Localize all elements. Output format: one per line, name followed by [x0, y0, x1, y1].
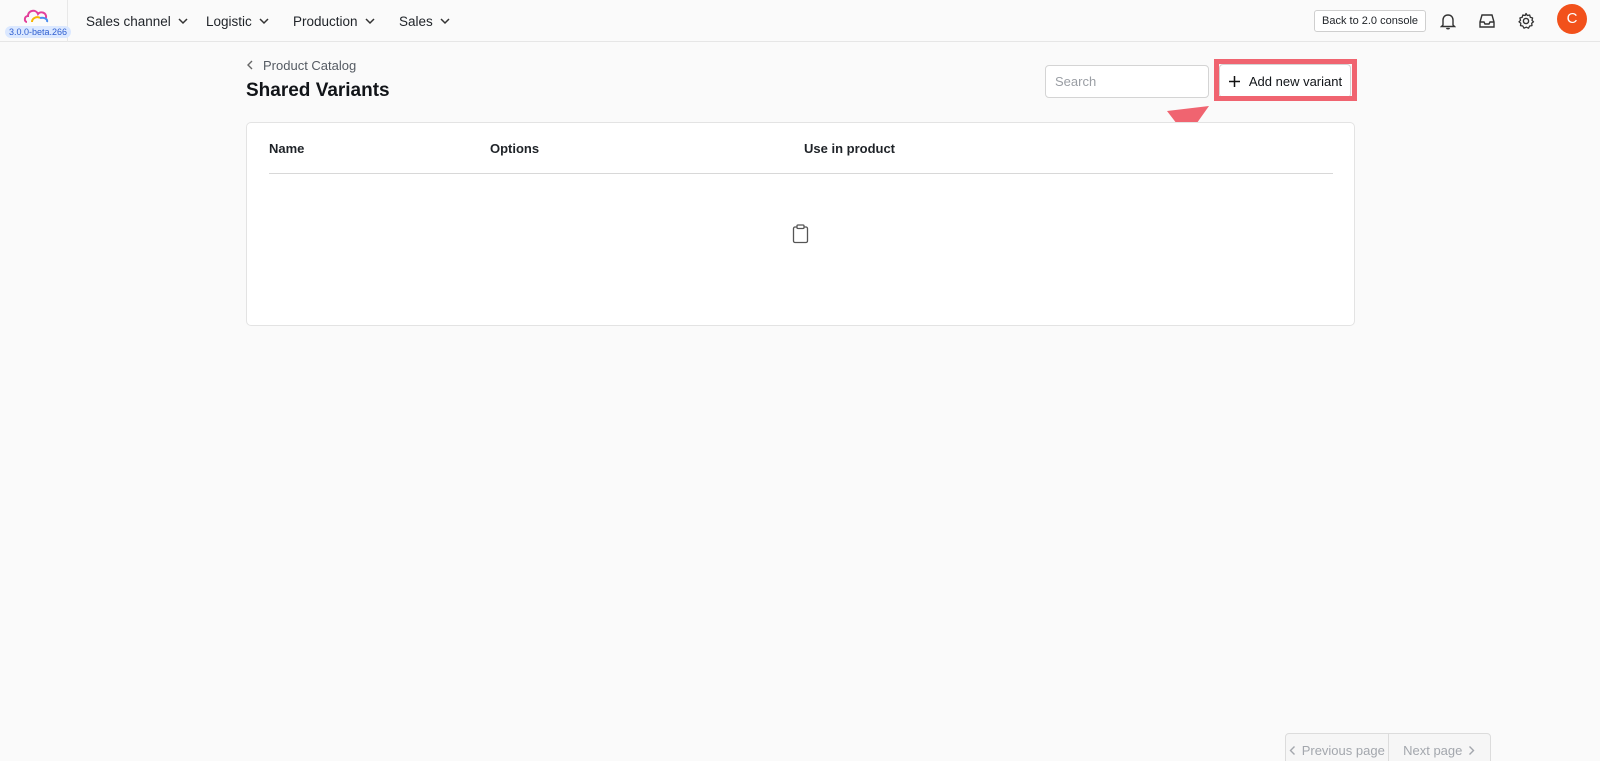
nav-sales-channel-label: Sales channel — [86, 13, 171, 29]
app-logo[interactable]: 3.0.0-beta.266 — [0, 0, 72, 42]
nav-sales-label: Sales — [399, 13, 433, 29]
chevron-down-icon — [440, 18, 450, 25]
version-badge: 3.0.0-beta.266 — [5, 26, 72, 38]
next-page-label: Next page — [1403, 742, 1463, 758]
table-header: Name Options Use in product — [269, 123, 1333, 174]
next-page-button[interactable]: Next page — [1387, 734, 1491, 761]
nav-production-label: Production — [293, 13, 358, 29]
plus-icon — [1228, 75, 1240, 87]
cloud-logo-icon — [23, 9, 49, 23]
nav-logistic[interactable]: Logistic — [206, 0, 270, 42]
add-new-variant-button[interactable]: Add new variant — [1219, 64, 1351, 98]
chevron-down-icon — [178, 18, 188, 25]
top-navigation-bar: 3.0.0-beta.266 Sales channel Logistic Pr… — [0, 0, 1600, 42]
back-to-console-button[interactable]: Back to 2.0 console — [1314, 10, 1427, 32]
breadcrumb-label: Product Catalog — [263, 57, 357, 73]
add-new-variant-label: Add new variant — [1248, 73, 1343, 89]
pagination: Previous page Next page — [1285, 733, 1491, 761]
breadcrumb[interactable]: Product Catalog — [246, 57, 356, 73]
user-avatar[interactable]: C — [1557, 4, 1587, 34]
search-input[interactable] — [1045, 65, 1209, 98]
shared-variants-table: Name Options Use in product — [246, 122, 1355, 326]
annotation-arrow — [1046, 106, 1209, 203]
chevron-left-icon — [1289, 745, 1295, 755]
bell-icon[interactable] — [1438, 11, 1458, 31]
column-header-use-in-product[interactable]: Use in product — [804, 123, 895, 174]
nav-logistic-label: Logistic — [206, 13, 252, 29]
previous-page-label: Previous page — [1301, 742, 1385, 758]
page-title: Shared Variants — [246, 80, 390, 101]
chevron-down-icon — [365, 18, 375, 25]
nav-production[interactable]: Production — [293, 0, 376, 42]
gear-icon[interactable] — [1516, 11, 1536, 31]
clipboard-icon — [792, 224, 809, 244]
previous-page-button[interactable]: Previous page — [1286, 734, 1388, 761]
chevron-down-icon — [259, 18, 269, 25]
nav-sales-channel[interactable]: Sales channel — [86, 0, 189, 42]
chevron-left-icon — [247, 60, 253, 70]
chevron-right-icon — [1469, 745, 1475, 755]
column-header-options[interactable]: Options — [490, 123, 539, 174]
inbox-icon[interactable] — [1477, 11, 1497, 31]
column-header-name[interactable]: Name — [269, 123, 304, 174]
nav-sales[interactable]: Sales — [399, 0, 451, 42]
